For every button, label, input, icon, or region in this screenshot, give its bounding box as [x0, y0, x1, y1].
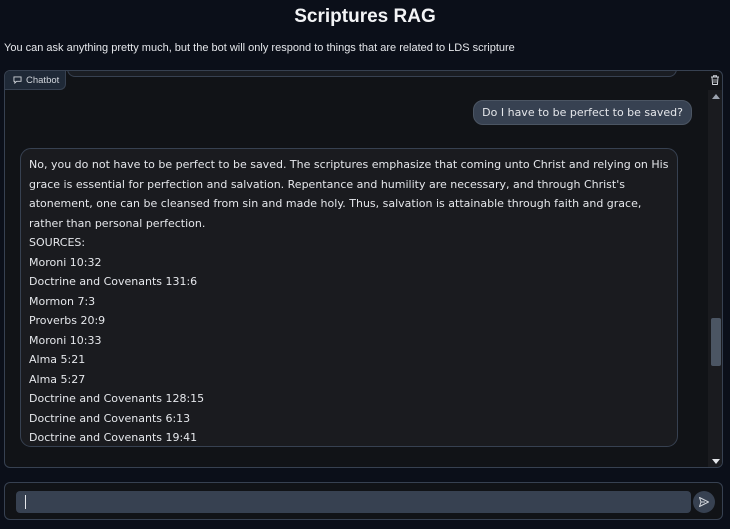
- scroll-down-arrow-icon[interactable]: [712, 459, 720, 464]
- sources-label: SOURCES:: [29, 236, 86, 249]
- bot-message-text: No, you do not have to be perfect to be …: [29, 158, 669, 230]
- text-caret: [25, 495, 26, 509]
- chatbot-label-text: Chatbot: [26, 74, 60, 86]
- scroll-up-arrow-icon[interactable]: [712, 94, 720, 99]
- scroll-thumb[interactable]: [711, 318, 721, 366]
- user-message: Do I have to be perfect to be saved?: [473, 100, 692, 125]
- send-icon: [699, 497, 709, 507]
- source-item: Alma 5:27: [29, 372, 86, 386]
- previous-message-bubble: [67, 71, 677, 77]
- source-item: Doctrine and Covenants 131:6: [29, 275, 198, 288]
- source-item: Proverbs 20:9: [29, 314, 106, 327]
- send-button[interactable]: [693, 491, 715, 513]
- chat-scrollbar[interactable]: [708, 90, 722, 467]
- source-item: Alma 5:21: [29, 353, 86, 366]
- source-item: Doctrine and Covenants 6:13: [29, 411, 191, 425]
- chat-bubble-icon: [13, 76, 22, 84]
- chatbot-panel: Chatbot Do I have to be perfect to be sa…: [4, 70, 723, 468]
- bot-message: No, you do not have to be perfect to be …: [20, 148, 678, 447]
- source-item: Mormon 7:3: [29, 294, 96, 308]
- message-input[interactable]: [16, 491, 691, 513]
- app-page: Scriptures RAG You can ask anything pret…: [0, 0, 730, 529]
- trash-icon[interactable]: [709, 74, 721, 86]
- source-item: Moroni 10:32: [29, 255, 102, 269]
- message-input-panel: [4, 482, 723, 520]
- page-title: Scriptures RAG: [294, 6, 436, 27]
- source-item: Doctrine and Covenants 19:41: [29, 431, 198, 444]
- source-item: Moroni 10:33: [29, 333, 102, 347]
- chatbot-label: Chatbot: [5, 71, 67, 90]
- source-item: Doctrine and Covenants 128:15: [29, 392, 205, 405]
- page-description: You can ask anything pretty much, but th…: [4, 42, 515, 54]
